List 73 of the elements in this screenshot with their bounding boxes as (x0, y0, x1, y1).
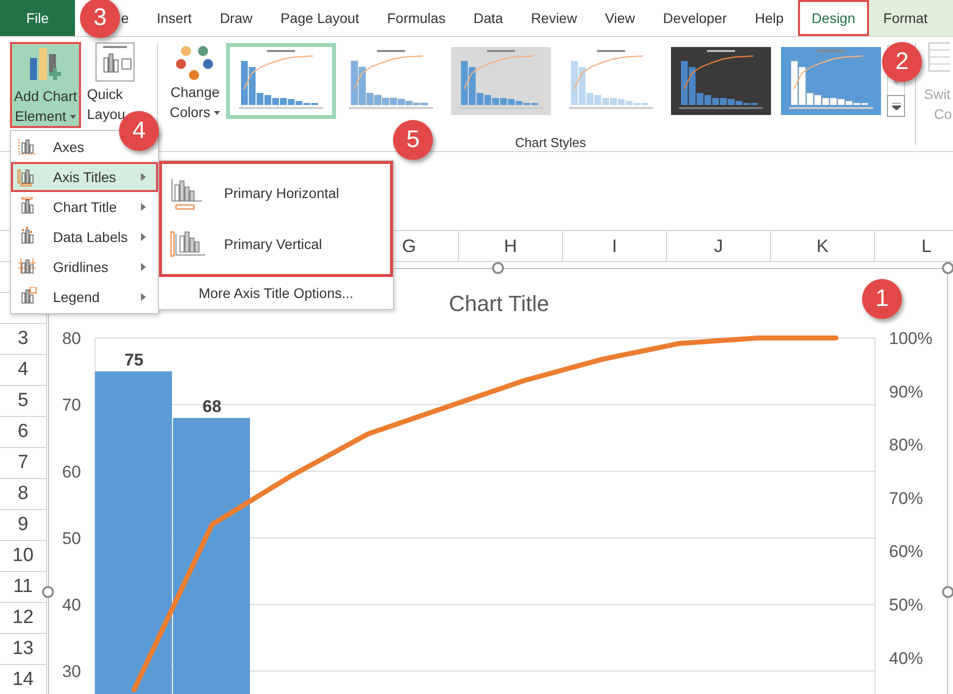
ribbon-tab[interactable]: Format (869, 0, 953, 36)
group-label: Chart Styles (515, 134, 586, 152)
row-header[interactable]: 8 (0, 479, 46, 510)
ribbon-tab[interactable]: Design (798, 0, 870, 36)
axis-label: 100% (889, 329, 932, 348)
gallery-more-button[interactable] (887, 95, 905, 117)
data-label: 75 (124, 350, 144, 370)
ribbon-tab[interactable]: File (0, 0, 75, 36)
ribbon-tab[interactable]: Developer (649, 0, 741, 36)
step-callout-tooltip: 3 (80, 0, 120, 38)
axis-label: 80 (62, 329, 81, 348)
more-options-link[interactable]: More Axis Title Options... (159, 277, 393, 309)
row-header[interactable]: 6 (0, 417, 46, 448)
menu-item[interactable]: Axis Titles (11, 162, 158, 192)
column-header[interactable]: L (875, 231, 953, 261)
menu-item[interactable]: Data Labels (11, 222, 158, 252)
row-header[interactable]: 3 (0, 324, 46, 355)
table-icon (928, 42, 950, 72)
axis-label: 80% (889, 436, 924, 455)
button-label: Add Chart Element (12, 87, 78, 126)
axes-icon (17, 137, 37, 157)
axis-label: 30 (62, 662, 81, 682)
chart-style-thumbnail[interactable] (226, 43, 336, 119)
column-header[interactable]: K (771, 231, 875, 261)
button-label: Quick Layou (87, 85, 126, 124)
axis-label: 60% (889, 542, 924, 562)
row-header[interactable]: 13 (0, 634, 46, 665)
add-chart-element-button[interactable]: Add Chart Element (10, 42, 81, 128)
row-header[interactable]: 4 (0, 355, 46, 386)
ribbon-tab[interactable]: e (119, 0, 143, 36)
column-header[interactable]: J (667, 231, 771, 261)
row-header[interactable]: 5 (0, 386, 46, 417)
step-callout-tooltip: 5 (393, 120, 433, 160)
axis-label: 90% (889, 382, 924, 402)
column-header[interactable]: H (459, 231, 563, 261)
row-header[interactable]: 9 (0, 510, 46, 541)
axis-label: 60 (62, 462, 81, 482)
data-label: 68 (202, 396, 222, 416)
resize-handle[interactable] (942, 586, 953, 598)
axis-label: 40 (62, 596, 81, 614)
submenu-item[interactable]: Primary Horizontal (162, 168, 390, 219)
layout-icon (95, 42, 135, 82)
axis-label: 70% (889, 488, 924, 508)
ribbon-tab[interactable]: Help (740, 0, 798, 36)
expand-icon (892, 102, 900, 110)
button-label: Change Colors (168, 83, 222, 122)
ribbon-tab[interactable]: Formulas (373, 0, 460, 36)
caret-icon (70, 115, 76, 120)
resize-handle[interactable] (492, 262, 504, 274)
ribbon-tab[interactable]: Review (517, 0, 591, 36)
row-header[interactable]: 10 (0, 541, 46, 572)
gridlines-icon (17, 257, 37, 277)
caret-icon (214, 111, 220, 116)
resize-handle[interactable] (942, 262, 953, 274)
axis-label: 50 (62, 528, 81, 548)
axis-label: 70 (62, 396, 81, 415)
row-header[interactable]: 14 (0, 665, 46, 694)
column-header[interactable]: I (563, 231, 667, 261)
step-callout-tooltip: 2 (882, 42, 922, 82)
chart-title: Chart Title (448, 290, 550, 318)
row-header[interactable]: 12 (0, 603, 46, 634)
menu-item[interactable]: Chart Title (11, 192, 158, 222)
ribbon-tab[interactable]: Page Layout (266, 0, 374, 36)
ribbon-tab[interactable]: Data (459, 0, 518, 36)
row-header[interactable]: 7 (0, 448, 46, 479)
change-colors-button[interactable]: Change Colors (164, 42, 226, 128)
submenu-item[interactable]: Primary Vertical (162, 219, 390, 270)
ribbon-tab[interactable]: Draw (206, 0, 266, 36)
ribbon-tab[interactable]: View (590, 0, 650, 36)
axis-label: 50% (889, 596, 924, 614)
resize-handle[interactable] (42, 586, 54, 598)
ribbon-tab[interactable]: Insert (142, 0, 206, 36)
axis-label: 40% (889, 648, 924, 668)
